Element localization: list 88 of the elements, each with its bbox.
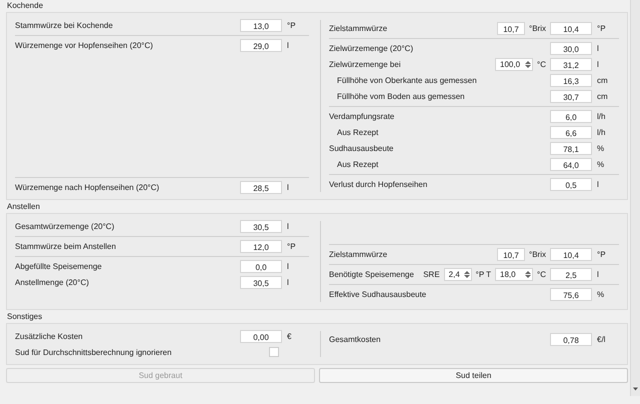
spin-arrows-icon[interactable] bbox=[525, 60, 532, 68]
value-field[interactable]: 0,78 bbox=[550, 332, 592, 346]
group-title: Sonstiges bbox=[6, 311, 44, 323]
unit-label: l bbox=[596, 270, 600, 278]
spin-box[interactable]: 100,0 bbox=[495, 58, 534, 70]
field-label: Zielwürzemenge (20°C) bbox=[329, 44, 414, 52]
unit-label: °Brix bbox=[528, 250, 547, 258]
scroll-down-arrow-icon[interactable] bbox=[632, 386, 639, 392]
group-title: Kochende bbox=[6, 0, 44, 12]
group-title: Anstellen bbox=[6, 201, 41, 213]
field-label: Stammwürze beim Anstellen bbox=[15, 242, 117, 250]
unit-label: €/l bbox=[596, 334, 606, 344]
field-label: Sudhausausbeute bbox=[329, 144, 394, 152]
push-button[interactable]: Sud teilen bbox=[319, 368, 628, 383]
value-field[interactable]: 6,0 bbox=[550, 110, 592, 122]
unit-label: % bbox=[596, 290, 606, 298]
field-label: Gesamtkosten bbox=[329, 334, 382, 344]
unit-label: l bbox=[596, 180, 600, 188]
unit-label: l bbox=[286, 278, 290, 286]
spin-arrows-icon[interactable] bbox=[525, 270, 532, 278]
value-field[interactable]: 30,5 bbox=[240, 220, 282, 232]
value-field[interactable]: 64,0 bbox=[550, 158, 592, 170]
field-label: Würzemenge nach Hopfenseihen (20°C) bbox=[15, 182, 160, 192]
unit-label: l bbox=[286, 222, 290, 230]
value-field[interactable]: 12,0 bbox=[240, 240, 282, 252]
spin-box[interactable]: 18,0 bbox=[495, 268, 534, 280]
field-label: Aus Rezept bbox=[336, 160, 380, 168]
value-field[interactable]: 0,00 bbox=[240, 330, 282, 342]
value-field[interactable]: 10,7 bbox=[497, 248, 526, 260]
value-field[interactable]: 31,2 bbox=[550, 58, 592, 70]
unit-label: °P bbox=[286, 20, 297, 30]
unit-label: °P bbox=[596, 250, 607, 258]
value-field[interactable]: 10,4 bbox=[550, 22, 592, 34]
value-field[interactable]: 6,6 bbox=[550, 126, 592, 138]
checkbox[interactable] bbox=[269, 347, 279, 357]
field-label: Zielwürzemenge bei bbox=[329, 60, 402, 68]
field-label: Stammwürze bei Kochende bbox=[15, 20, 114, 30]
unit-label: SRE bbox=[422, 270, 441, 278]
value-field[interactable]: 0,5 bbox=[550, 178, 592, 190]
unit-label: °P T bbox=[474, 270, 492, 278]
value-field[interactable]: 13,0 bbox=[240, 18, 282, 32]
unit-label: % bbox=[596, 144, 606, 152]
value-field[interactable]: 16,3 bbox=[550, 74, 592, 86]
value-field[interactable]: 10,7 bbox=[497, 22, 526, 34]
value-field[interactable]: 78,1 bbox=[550, 142, 592, 154]
value-field[interactable]: 2,5 bbox=[550, 268, 592, 280]
unit-label: l bbox=[286, 262, 290, 270]
scrollbar[interactable] bbox=[630, 0, 640, 396]
unit-label: € bbox=[286, 332, 292, 340]
unit-label: l bbox=[596, 60, 600, 68]
unit-label: l bbox=[286, 40, 290, 50]
field-label: Gesamtwürzemenge (20°C) bbox=[15, 222, 116, 230]
field-label: Zusätzliche Kosten bbox=[15, 332, 84, 340]
field-label: Aus Rezept bbox=[336, 128, 380, 136]
unit-label: °P bbox=[596, 24, 607, 32]
value-field[interactable]: 75,6 bbox=[550, 288, 592, 300]
field-label: Zielstammwürze bbox=[329, 24, 388, 32]
unit-label: °C bbox=[536, 60, 547, 68]
unit-label: °P bbox=[286, 242, 297, 250]
field-label: Würzemenge vor Hopfenseihen (20°C) bbox=[15, 40, 154, 50]
value-field[interactable]: 0,0 bbox=[240, 260, 282, 272]
unit-label: l bbox=[596, 44, 600, 52]
unit-label: cm bbox=[596, 76, 609, 84]
unit-label: cm bbox=[596, 92, 609, 100]
unit-label: °Brix bbox=[528, 24, 547, 32]
unit-label: l bbox=[286, 182, 290, 192]
field-label: Verlust durch Hopfenseihen bbox=[329, 180, 428, 188]
field-label: Füllhöhe vom Boden aus gemessen bbox=[336, 92, 466, 100]
unit-label: l/h bbox=[596, 112, 606, 120]
field-label: Effektive Sudhausausbeute bbox=[329, 290, 428, 298]
field-label: Anstellmenge (20°C) bbox=[15, 278, 90, 286]
spin-arrows-icon[interactable] bbox=[464, 270, 470, 278]
unit-label: % bbox=[596, 160, 606, 168]
field-label: Benötigte Speisemenge bbox=[329, 270, 415, 278]
value-field[interactable]: 30,5 bbox=[240, 276, 282, 288]
value-field[interactable]: 28,5 bbox=[240, 180, 282, 194]
value-field[interactable]: 29,0 bbox=[240, 38, 282, 52]
field-label: Füllhöhe von Oberkante aus gemessen bbox=[336, 76, 478, 84]
field-label: Zielstammwürze bbox=[329, 250, 388, 258]
field-label: Sud für Durchschnittsberechnung ignorieren bbox=[15, 348, 173, 356]
field-label: Verdampfungsrate bbox=[329, 112, 396, 120]
field-label: Abgefüllte Speisemenge bbox=[15, 262, 103, 270]
value-field[interactable]: 30,7 bbox=[550, 90, 592, 102]
value-field[interactable]: 10,4 bbox=[550, 248, 592, 260]
value-field[interactable]: 30,0 bbox=[550, 42, 592, 54]
spin-box[interactable]: 2,4 bbox=[444, 268, 472, 280]
unit-label: °C bbox=[536, 270, 547, 278]
unit-label: l/h bbox=[596, 128, 606, 136]
